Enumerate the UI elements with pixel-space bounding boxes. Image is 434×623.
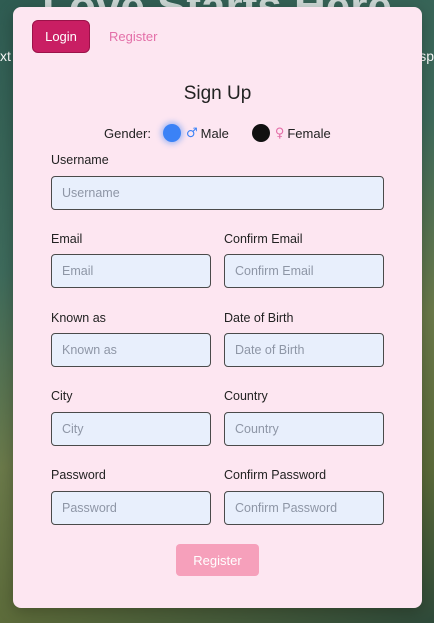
email-label: Email <box>51 232 83 246</box>
username-label: Username <box>51 153 109 167</box>
gender-radio-male[interactable] <box>162 124 181 142</box>
username-input[interactable] <box>51 176 384 210</box>
register-submit-button[interactable]: Register <box>176 544 259 576</box>
page-title: Sign Up <box>183 83 252 104</box>
date-of-birth-input[interactable] <box>224 333 384 367</box>
background-text-fragment-left: xt <box>0 48 11 64</box>
confirm-password-label: Confirm Password <box>224 468 327 482</box>
male-symbol-icon: ♂ <box>185 125 198 141</box>
known-as-input[interactable] <box>51 333 211 367</box>
tab-login[interactable]: Login <box>32 20 90 53</box>
signup-card: Login Register Sign Up Gender: ♂ Male ♀ … <box>13 7 422 608</box>
gender-label: Gender: <box>104 125 151 141</box>
gender-radio-female[interactable] <box>251 124 270 142</box>
password-label: Password <box>51 468 106 482</box>
confirm-password-input[interactable] <box>224 491 384 525</box>
country-label: Country <box>224 389 268 403</box>
email-input[interactable] <box>51 254 211 288</box>
gender-option-male-label[interactable]: Male <box>201 126 229 141</box>
password-input[interactable] <box>51 491 211 525</box>
country-input[interactable] <box>224 412 384 446</box>
city-label: City <box>51 389 73 403</box>
female-symbol-icon: ♀ <box>274 125 285 141</box>
gender-selector: Gender: ♂ Male ♀ Female <box>104 124 331 142</box>
known-as-label: Known as <box>51 311 106 325</box>
city-input[interactable] <box>51 412 211 446</box>
gender-option-female-label[interactable]: Female <box>287 126 330 141</box>
confirm-email-label: Confirm Email <box>224 232 303 246</box>
tab-register[interactable]: Register <box>109 29 157 44</box>
date-of-birth-label: Date of Birth <box>224 311 294 325</box>
confirm-email-input[interactable] <box>224 254 384 288</box>
